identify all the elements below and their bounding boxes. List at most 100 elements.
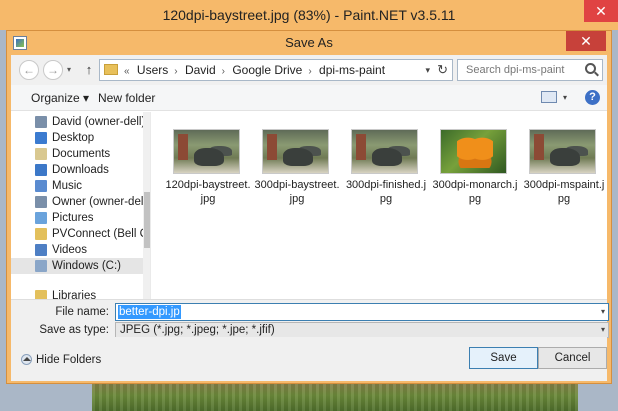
bull-statue-image bbox=[352, 130, 417, 173]
nav-item[interactable]: Windows (C:) bbox=[11, 258, 143, 274]
canvas-image bbox=[92, 380, 578, 411]
bull-statue-image bbox=[263, 130, 328, 173]
bull-statue-image bbox=[174, 130, 239, 173]
nav-item-label: Libraries bbox=[52, 290, 97, 299]
address-row: ← → ▾ ↑ « Users › David › Google Drive › dp… bbox=[11, 55, 607, 85]
file-thumbnail bbox=[440, 129, 507, 174]
file-thumbnail bbox=[262, 129, 329, 174]
dialog-body: ← → ▾ ↑ « Users › David › Google Drive › dp… bbox=[11, 55, 609, 381]
drive-icon bbox=[35, 260, 47, 272]
save-form: File name: better-dpi.jp ▾ Save as type:… bbox=[11, 299, 609, 338]
folder-icon bbox=[35, 228, 47, 240]
breadcrumb-item[interactable]: dpi-ms-paint bbox=[319, 63, 385, 77]
address-dropdown-icon[interactable]: ▾ bbox=[425, 60, 430, 80]
save-as-type-select[interactable]: JPEG (*.jpg; *.jpeg; *.jpe; *.jfif) ▾ bbox=[115, 322, 609, 338]
dialog-title-bar: Save As ✕ bbox=[7, 31, 611, 55]
user-folder-icon bbox=[35, 196, 47, 208]
file-item[interactable]: 120dpi-baystreet.jpg bbox=[165, 129, 251, 229]
music-icon bbox=[35, 180, 47, 192]
refresh-icon[interactable]: ↻ bbox=[437, 60, 448, 80]
search-placeholder: Search dpi-ms-paint bbox=[466, 64, 565, 76]
app-title-bar: 120dpi-baystreet.jpg (83%) - Paint.NET v… bbox=[0, 0, 618, 30]
search-input[interactable]: Search dpi-ms-paint bbox=[457, 59, 603, 81]
documents-icon bbox=[35, 148, 47, 160]
breadcrumb-item[interactable]: David bbox=[185, 63, 216, 77]
file-name: 300dpi-baystreet.jpg bbox=[254, 179, 340, 205]
save-button[interactable]: Save bbox=[469, 347, 538, 369]
hide-folders-label: Hide Folders bbox=[36, 354, 102, 366]
breadcrumb-item[interactable]: Google Drive bbox=[232, 63, 302, 77]
file-name-value[interactable]: better-dpi.jp bbox=[118, 305, 181, 319]
breadcrumb-separator-icon[interactable]: › bbox=[222, 66, 225, 77]
nav-scrollbar[interactable] bbox=[143, 112, 150, 299]
breadcrumb-separator-icon[interactable]: › bbox=[174, 66, 177, 77]
nav-item[interactable]: Libraries bbox=[11, 288, 143, 299]
nav-scroll-thumb[interactable] bbox=[144, 192, 150, 248]
file-item[interactable]: 300dpi-monarch.jpg bbox=[432, 129, 518, 229]
back-button[interactable]: ← bbox=[19, 60, 39, 80]
nav-item-label: Downloads bbox=[52, 164, 109, 176]
nav-item[interactable]: Owner (owner-dell) bbox=[11, 194, 143, 210]
address-bar[interactable]: « Users › David › Google Drive › dpi-ms-pai… bbox=[99, 59, 453, 81]
nav-item[interactable]: Music bbox=[11, 178, 143, 194]
file-name-field[interactable]: better-dpi.jp ▾ bbox=[115, 303, 609, 321]
hide-folders-button[interactable]: Hide Folders bbox=[21, 353, 101, 367]
help-icon[interactable]: ? bbox=[585, 90, 600, 105]
libraries-icon bbox=[35, 290, 47, 299]
organize-button[interactable]: Organize ▾ bbox=[31, 85, 89, 111]
navigation-pane: Libraries Windows (C:) Videos PVConnect (Be… bbox=[11, 112, 151, 299]
file-item[interactable]: 300dpi-finished.jpg bbox=[343, 129, 429, 229]
dialog-footer: Hide Folders Save Cancel bbox=[11, 337, 607, 381]
nav-item[interactable]: Documents bbox=[11, 146, 143, 162]
cancel-button[interactable]: Cancel bbox=[538, 347, 607, 369]
downloads-icon bbox=[35, 164, 47, 176]
nav-item-label: Owner (owner-dell) bbox=[52, 196, 143, 208]
breadcrumb-separator-icon[interactable]: › bbox=[308, 66, 311, 77]
user-folder-icon bbox=[35, 116, 47, 128]
nav-item-label: Documents bbox=[52, 148, 111, 160]
nav-item[interactable]: PVConnect (Bell Conn bbox=[11, 226, 143, 242]
up-arrow-icon[interactable]: ↑ bbox=[81, 60, 97, 80]
dialog-close-button[interactable]: ✕ bbox=[566, 31, 606, 51]
save-as-dialog: Save As ✕ ← → ▾ ↑ « Users › David › Google… bbox=[6, 30, 612, 384]
view-options-chevron-icon[interactable]: ▾ bbox=[563, 85, 567, 111]
collapse-chevron-icon bbox=[21, 354, 32, 365]
app-close-button[interactable]: ✕ bbox=[584, 0, 618, 22]
recent-locations-chevron-icon[interactable]: ▾ bbox=[67, 60, 71, 80]
nav-item[interactable]: Videos bbox=[11, 242, 143, 258]
file-name: 300dpi-monarch.jpg bbox=[432, 179, 518, 205]
change-view-icon[interactable] bbox=[541, 91, 557, 103]
folder-icon bbox=[104, 64, 118, 75]
file-thumbnail bbox=[173, 129, 240, 174]
butterfly-image bbox=[441, 130, 506, 173]
file-name: 300dpi-mspaint.jpg bbox=[523, 179, 605, 205]
file-name: 300dpi-finished.jpg bbox=[345, 179, 427, 205]
breadcrumb-overflow-icon[interactable]: « bbox=[124, 66, 130, 77]
nav-item-label: Pictures bbox=[52, 212, 94, 224]
file-item[interactable]: 300dpi-mspaint.jpg bbox=[521, 129, 607, 229]
file-list: 120dpi-baystreet.jpg 300dpi-baystreet.jpg… bbox=[151, 112, 607, 299]
save-as-type-dropdown-icon[interactable]: ▾ bbox=[601, 323, 605, 337]
breadcrumb: « Users › David › Google Drive › dpi-ms-pai… bbox=[122, 60, 389, 82]
breadcrumb-item[interactable]: Users bbox=[137, 63, 168, 77]
videos-icon bbox=[35, 244, 47, 256]
new-folder-button[interactable]: New folder bbox=[98, 85, 155, 111]
app-title: 120dpi-baystreet.jpg (83%) - Paint.NET v… bbox=[162, 7, 456, 23]
pictures-icon bbox=[35, 212, 47, 224]
nav-item-label: David (owner-dell) bbox=[52, 116, 143, 128]
forward-button[interactable]: → bbox=[43, 60, 63, 80]
nav-item-label: Desktop bbox=[52, 132, 95, 144]
nav-item[interactable]: David (owner-dell) bbox=[11, 114, 143, 130]
nav-item-label: Windows (C:) bbox=[52, 260, 122, 272]
nav-item[interactable]: Pictures bbox=[11, 210, 143, 226]
search-icon bbox=[585, 63, 596, 74]
nav-item[interactable]: Desktop bbox=[11, 130, 143, 146]
file-item[interactable]: 300dpi-baystreet.jpg bbox=[254, 129, 340, 229]
file-name-label: File name: bbox=[55, 306, 109, 318]
nav-item[interactable]: Downloads bbox=[11, 162, 143, 178]
save-as-type-value: JPEG (*.jpg; *.jpeg; *.jpe; *.jfif) bbox=[120, 324, 275, 336]
bull-statue-image bbox=[530, 130, 595, 173]
file-name-dropdown-icon[interactable]: ▾ bbox=[601, 304, 605, 320]
file-thumbnail bbox=[351, 129, 418, 174]
file-name: 120dpi-baystreet.jpg bbox=[165, 179, 251, 205]
